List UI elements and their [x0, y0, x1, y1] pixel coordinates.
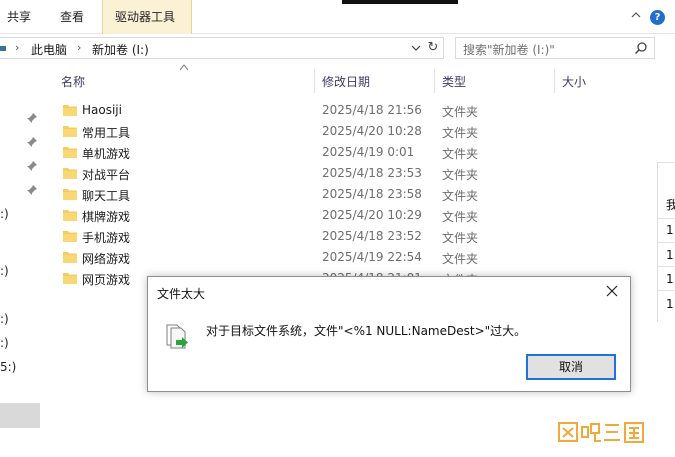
chevron-right-icon[interactable]: ›	[15, 41, 19, 54]
column-divider[interactable]	[434, 69, 435, 93]
search-placeholder: 搜索"新加卷 (I:)"	[463, 43, 555, 57]
file-date: 2025/4/19 0:01	[322, 145, 415, 159]
address-bar[interactable]: › 此电脑 › 新加卷 (I:) ↻	[0, 37, 444, 59]
nav-drive-item[interactable]: :)	[0, 312, 9, 326]
file-type: 文件夹	[442, 147, 479, 161]
column-header-type[interactable]: 类型	[442, 73, 466, 90]
background-text: 1	[666, 297, 674, 311]
column-divider[interactable]	[314, 69, 315, 93]
pin-icon[interactable]	[26, 160, 38, 172]
folder-icon	[63, 273, 77, 284]
list-item[interactable]: 常用工具 2025/4/20 10:28 文件夹	[55, 121, 555, 142]
navigation-pane: :) :) :) :) 5:)	[0, 62, 48, 457]
file-name: 常用工具	[82, 126, 131, 140]
search-input[interactable]: 搜索"新加卷 (I:)"	[455, 37, 655, 59]
search-icon[interactable]	[634, 41, 648, 55]
divider	[658, 242, 675, 243]
folder-icon	[63, 147, 77, 158]
folder-icon	[63, 126, 77, 137]
close-icon[interactable]	[606, 285, 618, 297]
file-type: 文件夹	[442, 168, 479, 182]
nav-drive-item[interactable]: :)	[0, 207, 9, 221]
folder-icon	[63, 168, 77, 179]
file-name: 对战平台	[82, 168, 131, 182]
folder-icon	[63, 105, 77, 116]
breadcrumb-drive[interactable]: 新加卷 (I:)	[92, 41, 149, 58]
file-type: 文件夹	[442, 105, 479, 119]
column-header-size[interactable]: 大小	[562, 73, 586, 90]
divider	[658, 266, 675, 267]
file-name: 聊天工具	[82, 189, 131, 203]
background-text: 1	[666, 248, 674, 262]
tab-view[interactable]: 查看	[60, 8, 84, 25]
cancel-button[interactable]: 取消	[526, 354, 616, 380]
divider	[658, 218, 675, 219]
sort-ascending-icon	[179, 64, 189, 71]
file-name: 手机游戏	[82, 231, 131, 245]
background-window: 我 1 1 1 1	[657, 162, 675, 322]
file-date: 2025/4/20 10:28	[322, 124, 422, 138]
file-type: 文件夹	[442, 252, 479, 266]
list-item[interactable]: 单机游戏 2025/4/19 0:01 文件夹	[55, 142, 555, 163]
list-item[interactable]: 网络游戏 2025/4/19 22:54 文件夹	[55, 247, 555, 268]
dialog-body: 对于目标文件系统，文件"<%1 NULL:NameDest>"过大。 取消	[148, 307, 630, 391]
breadcrumb-this-pc[interactable]: 此电脑	[31, 41, 67, 58]
file-name: 单机游戏	[82, 147, 131, 161]
refresh-icon[interactable]: ↻	[426, 40, 440, 56]
nav-drive-item[interactable]: :)	[0, 336, 9, 350]
tab-share[interactable]: 共享	[7, 8, 31, 25]
list-item[interactable]: 聊天工具 2025/4/18 23:58 文件夹	[55, 184, 555, 205]
column-divider[interactable]	[554, 69, 555, 93]
background-text: 我	[666, 198, 675, 212]
file-type: 文件夹	[442, 210, 479, 224]
file-type: 文件夹	[442, 189, 479, 203]
pin-icon[interactable]	[26, 136, 38, 148]
background-text: 1	[666, 272, 674, 286]
folder-icon	[63, 189, 77, 200]
ribbon: 共享 查看 驱动器工具 ?	[0, 0, 675, 34]
folder-icon	[63, 252, 77, 263]
nav-selected-item[interactable]	[0, 403, 40, 428]
chevron-down-icon[interactable]	[410, 42, 422, 54]
file-date: 2025/4/18 23:53	[322, 166, 422, 180]
column-header-modified[interactable]: 修改日期	[322, 73, 370, 90]
error-dialog: 文件太大 对于目标文件系统，文件"<%1 NULL:NameDest>"过大。 …	[147, 276, 631, 392]
nav-drive-item[interactable]: 5:)	[0, 360, 16, 374]
chevron-up-icon[interactable]	[631, 10, 641, 20]
folder-icon	[63, 231, 77, 242]
dialog-title: 文件太大	[157, 287, 206, 301]
file-date: 2025/4/19 22:54	[322, 250, 422, 264]
file-name: Haosiji	[82, 103, 122, 117]
pin-icon[interactable]	[26, 184, 38, 196]
file-type: 文件夹	[442, 231, 479, 245]
file-date: 2025/4/18 21:56	[322, 103, 422, 117]
file-name: 网页游戏	[82, 273, 131, 287]
watermark-logo	[558, 422, 644, 443]
divider	[658, 162, 675, 163]
file-name: 网络游戏	[82, 252, 131, 266]
file-type: 文件夹	[442, 126, 479, 140]
computer-icon	[0, 46, 6, 51]
list-item[interactable]: 棋牌游戏 2025/4/20 10:29 文件夹	[55, 205, 555, 226]
file-date: 2025/4/20 10:29	[322, 208, 422, 222]
file-name: 棋牌游戏	[82, 210, 131, 224]
background-text: 1	[666, 223, 674, 237]
folder-icon	[63, 210, 77, 221]
dialog-message: 对于目标文件系统，文件"<%1 NULL:NameDest>"过大。	[206, 324, 527, 338]
file-date: 2025/4/18 23:58	[322, 187, 422, 201]
divider	[658, 290, 675, 291]
file-copy-icon	[166, 324, 188, 349]
file-date: 2025/4/18 23:52	[322, 229, 422, 243]
list-item[interactable]: Haosiji 2025/4/18 21:56 文件夹	[55, 100, 555, 121]
pin-icon[interactable]	[26, 112, 38, 124]
tab-drive-tools[interactable]: 驱动器工具	[102, 0, 192, 34]
chevron-right-icon[interactable]: ›	[77, 41, 81, 54]
title-bar-fragment	[342, 0, 458, 4]
dialog-title-bar[interactable]: 文件太大	[148, 277, 630, 307]
help-icon[interactable]: ?	[650, 10, 665, 25]
nav-drive-item[interactable]: :)	[0, 264, 9, 278]
list-item[interactable]: 手机游戏 2025/4/18 23:52 文件夹	[55, 226, 555, 247]
column-header-name[interactable]: 名称	[61, 73, 85, 90]
list-item[interactable]: 对战平台 2025/4/18 23:53 文件夹	[55, 163, 555, 184]
